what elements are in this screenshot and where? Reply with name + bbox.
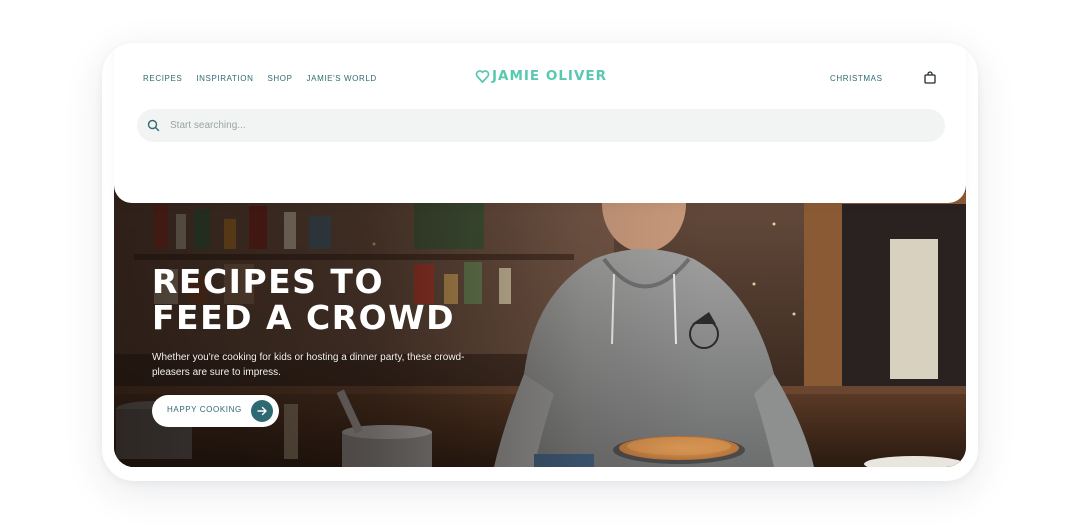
nav-shop[interactable]: SHOP: [267, 74, 292, 83]
site-header: RECIPES INSPIRATION SHOP JAMIE'S WORLD J…: [114, 43, 966, 203]
hero-subtitle: Whether you're cooking for kids or hosti…: [152, 352, 465, 378]
hero-title: RECIPES TO FEED A CROWD: [152, 264, 512, 336]
search-bar: [137, 109, 945, 142]
hero-title-line1: RECIPES TO: [152, 262, 384, 301]
shopping-bag-icon[interactable]: [924, 71, 936, 89]
main-nav: RECIPES INSPIRATION SHOP JAMIE'S WORLD: [143, 74, 377, 83]
device-frame: RECIPES TO FEED A CROWD Whether you're c…: [102, 43, 978, 481]
search-input[interactable]: [170, 109, 930, 142]
nav-recipes[interactable]: RECIPES: [143, 74, 182, 83]
happy-cooking-label: HAPPY COOKING: [167, 405, 242, 414]
search-icon: [147, 119, 160, 137]
nav-inspiration[interactable]: INSPIRATION: [196, 74, 253, 83]
arrow-right-icon: [251, 400, 273, 422]
happy-cooking-button[interactable]: HAPPY COOKING: [152, 395, 279, 427]
nav-jamies-world[interactable]: JAMIE'S WORLD: [307, 74, 377, 83]
hero-title-line2: FEED A CROWD: [152, 298, 456, 337]
nav-christmas[interactable]: CHRISTMAS: [830, 74, 883, 83]
heart-icon: [475, 69, 490, 84]
hero-banner: RECIPES TO FEED A CROWD Whether you're c…: [114, 164, 966, 467]
logo-text: JAMIE OLIVER: [492, 68, 608, 84]
site-logo[interactable]: JAMIE OLIVER: [475, 68, 607, 84]
